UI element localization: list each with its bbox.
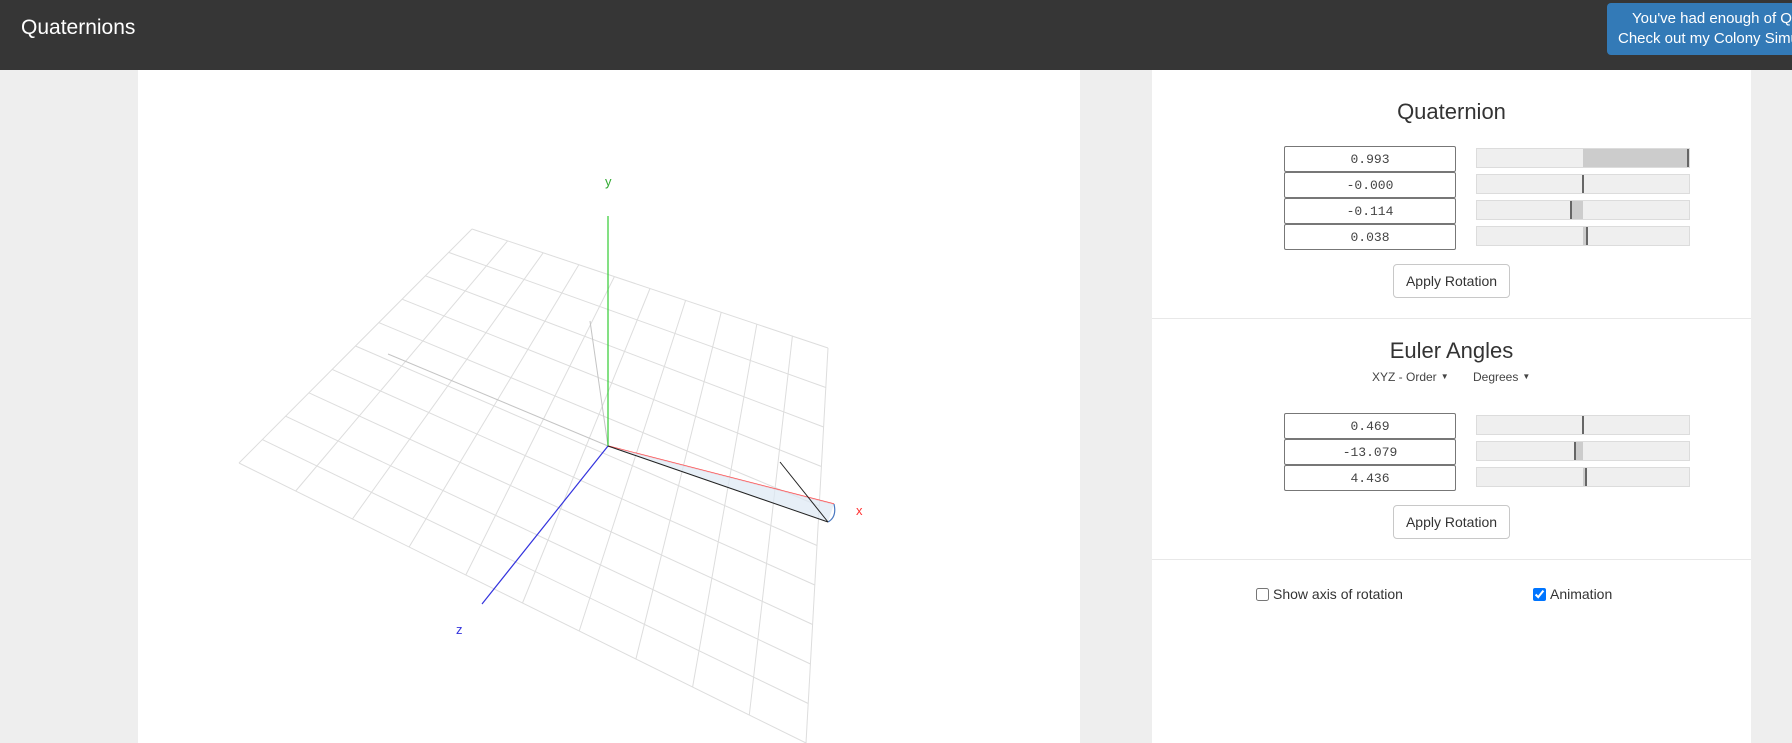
- euler-z-slider[interactable]: [1476, 467, 1690, 487]
- grid-line: [748, 336, 793, 716]
- grid-line: [285, 415, 811, 665]
- 3d-viewport[interactable]: x y z: [138, 70, 1080, 743]
- section-divider: [1152, 559, 1751, 560]
- quat-y-slider[interactable]: [1476, 200, 1690, 220]
- quat-z-slider[interactable]: [1476, 226, 1690, 246]
- quat-y-thumb[interactable]: [1569, 201, 1572, 219]
- animation-checkbox[interactable]: [1533, 588, 1546, 601]
- euler-y-thumb[interactable]: [1574, 442, 1577, 460]
- axis-label-x: x: [856, 503, 863, 518]
- caret-down-icon: ▼: [1440, 372, 1449, 381]
- show-axis-label: Show axis of rotation: [1273, 586, 1403, 602]
- z-axis-line: [481, 445, 609, 605]
- grid-line: [635, 312, 722, 660]
- euler-z-thumb[interactable]: [1584, 468, 1587, 486]
- show-axis-option[interactable]: Show axis of rotation: [1256, 585, 1403, 603]
- animation-option[interactable]: Animation: [1533, 585, 1612, 603]
- axis-label-y: y: [605, 174, 612, 189]
- grid-line: [692, 324, 758, 688]
- quat-y-input[interactable]: [1284, 198, 1456, 224]
- euler-title: Euler Angles: [1389, 338, 1514, 363]
- grid-line: [308, 392, 813, 625]
- axis-label-z: z: [456, 622, 463, 637]
- euler-order-dropdown[interactable]: XYZ - Order ▼: [1372, 370, 1449, 384]
- quaternion-apply-button[interactable]: Apply Rotation: [1393, 264, 1510, 298]
- promo-line-2: Check out my Colony Simul: [1618, 30, 1792, 47]
- rotated-vector: [607, 445, 829, 523]
- euler-apply-button[interactable]: Apply Rotation: [1393, 505, 1510, 539]
- quaternion-title: Quaternion: [1397, 99, 1506, 124]
- euler-x-slider[interactable]: [1476, 415, 1690, 435]
- quat-x-thumb[interactable]: [1582, 175, 1584, 193]
- quat-x-input[interactable]: [1284, 172, 1456, 198]
- euler-order-label: XYZ - Order: [1372, 370, 1437, 384]
- caret-down-icon: ▼: [1522, 372, 1531, 381]
- euler-unit-label: Degrees: [1473, 370, 1519, 384]
- promo-line-1: You've had enough of Qua: [1632, 10, 1792, 27]
- grid-line: [805, 347, 829, 743]
- quat-w-fill: [1583, 149, 1689, 167]
- promo-banner[interactable]: You've had enough of Qua Check out my Co…: [1607, 3, 1792, 55]
- euler-unit-dropdown[interactable]: Degrees ▼: [1473, 370, 1530, 384]
- quat-w-input[interactable]: [1284, 146, 1456, 172]
- quat-z-input[interactable]: [1284, 224, 1456, 250]
- quat-z-thumb[interactable]: [1586, 227, 1589, 245]
- quat-w-slider[interactable]: [1476, 148, 1690, 168]
- euler-z-input[interactable]: [1284, 465, 1456, 491]
- quat-y-fill: [1570, 201, 1583, 219]
- euler-y-input[interactable]: [1284, 439, 1456, 465]
- animation-label: Animation: [1550, 586, 1613, 602]
- euler-y-slider[interactable]: [1476, 441, 1690, 461]
- euler-x-thumb[interactable]: [1582, 416, 1585, 434]
- navbar: Quaternions You've had enough of Qua Che…: [0, 0, 1792, 70]
- quat-w-thumb[interactable]: [1687, 149, 1690, 167]
- grid-line: [238, 462, 807, 743]
- euler-x-input[interactable]: [1284, 413, 1456, 439]
- quat-x-slider[interactable]: [1476, 174, 1690, 194]
- control-panel: Quaternion w: x: y: z: Apply Rotation Eu…: [1152, 70, 1751, 743]
- scene-canvas[interactable]: x y z: [138, 70, 1080, 743]
- brand-title[interactable]: Quaternions: [21, 15, 135, 41]
- show-axis-checkbox[interactable]: [1256, 588, 1269, 601]
- grid-center-line: [589, 320, 609, 447]
- section-divider: [1152, 318, 1751, 319]
- euler-y-fill: [1575, 442, 1583, 460]
